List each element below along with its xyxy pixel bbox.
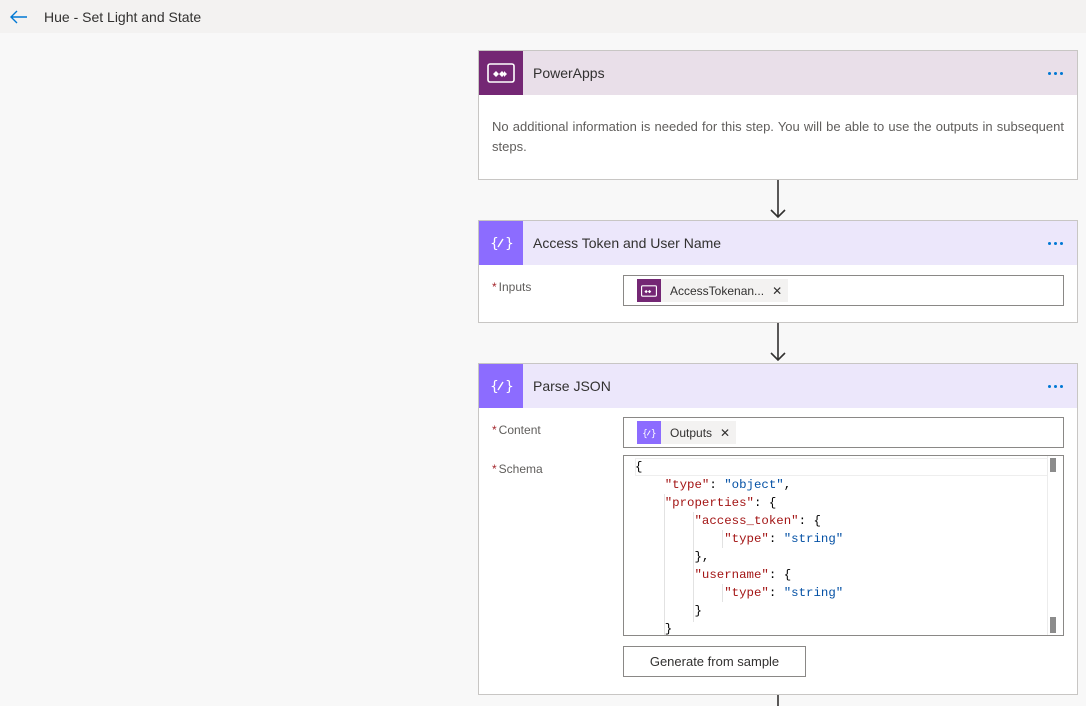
back-button[interactable] [0, 0, 38, 33]
down-arrow-icon [770, 180, 786, 219]
svg-text:{: { [490, 236, 499, 252]
step-header-access-token[interactable]: { } Access Token and User Name [479, 221, 1077, 265]
step-card-parse-json: { } Parse JSON *Content { } Outputs ✕ [478, 363, 1078, 695]
step-header-parse-json[interactable]: { } Parse JSON [479, 364, 1077, 408]
down-arrow-icon [770, 323, 786, 362]
content-label: * Content [492, 423, 541, 437]
scrollbar-thumb[interactable] [1050, 458, 1056, 472]
top-bar: Hue - Set Light and State [0, 0, 1086, 33]
generate-from-sample-button[interactable]: Generate from sample [623, 646, 806, 677]
schema-code-line: "type": "string" [724, 532, 844, 546]
schema-code-line: }, [635, 550, 710, 564]
step-title: Parse JSON [533, 378, 611, 394]
variable-icon: { } [479, 221, 523, 265]
svg-text:}: } [505, 236, 513, 252]
more-options-icon[interactable] [1044, 221, 1067, 265]
step-title: PowerApps [533, 65, 605, 81]
svg-text:}: } [505, 379, 513, 395]
content-input[interactable]: { } Outputs ✕ [623, 417, 1064, 448]
svg-text:{: { [490, 379, 499, 395]
token-label: Outputs [670, 425, 713, 440]
schema-code-line: "access_token": { [694, 514, 821, 528]
back-arrow-icon [10, 10, 27, 23]
dynamic-token[interactable]: AccessTokenan... ✕ [637, 279, 789, 302]
inputs-label: * Inputs [492, 280, 532, 294]
more-options-icon[interactable] [1044, 51, 1067, 95]
scrollbar[interactable] [1047, 456, 1061, 635]
remove-token-button[interactable]: ✕ [772, 284, 782, 298]
svg-text:}: } [651, 428, 656, 439]
remove-token-button[interactable]: ✕ [720, 426, 730, 440]
schema-editor[interactable]: { "type": "object", "properties": { "acc… [623, 455, 1064, 636]
schema-code-line: } [635, 604, 702, 618]
inputs-input[interactable]: AccessTokenan... ✕ [623, 275, 1064, 306]
schema-code-line: { [635, 460, 643, 474]
step-description: No additional information is needed for … [492, 119, 1064, 154]
dynamic-token[interactable]: { } Outputs ✕ [637, 421, 737, 444]
down-arrow-icon [777, 695, 779, 706]
schema-code-line: "username": { [694, 568, 792, 582]
powerapps-icon [479, 51, 523, 95]
step-title: Access Token and User Name [533, 235, 722, 251]
schema-label: * Schema [492, 462, 543, 476]
step-header-powerapps[interactable]: PowerApps [479, 51, 1077, 95]
token-label: AccessTokenan... [670, 283, 765, 298]
schema-code-line: "properties": { [664, 496, 777, 510]
scrollbar-thumb[interactable] [1050, 617, 1056, 633]
more-options-icon[interactable] [1044, 364, 1067, 408]
variable-icon: { } [637, 421, 661, 444]
step-card-powerapps: PowerApps No additional information is n… [478, 50, 1078, 180]
schema-code-line: } [635, 622, 673, 636]
schema-code-line: "type": "object", [664, 478, 792, 492]
flow-title: Hue - Set Light and State [44, 8, 202, 25]
powerapps-icon [637, 279, 661, 302]
step-card-access-token: { } Access Token and User Name *Inputs A… [478, 220, 1078, 323]
svg-text:{: { [642, 428, 648, 439]
schema-code-line: "type": "string" [724, 586, 844, 600]
variable-icon: { } [479, 364, 523, 408]
schema-code: { "type": "object", "properties": { "acc… [635, 458, 844, 636]
